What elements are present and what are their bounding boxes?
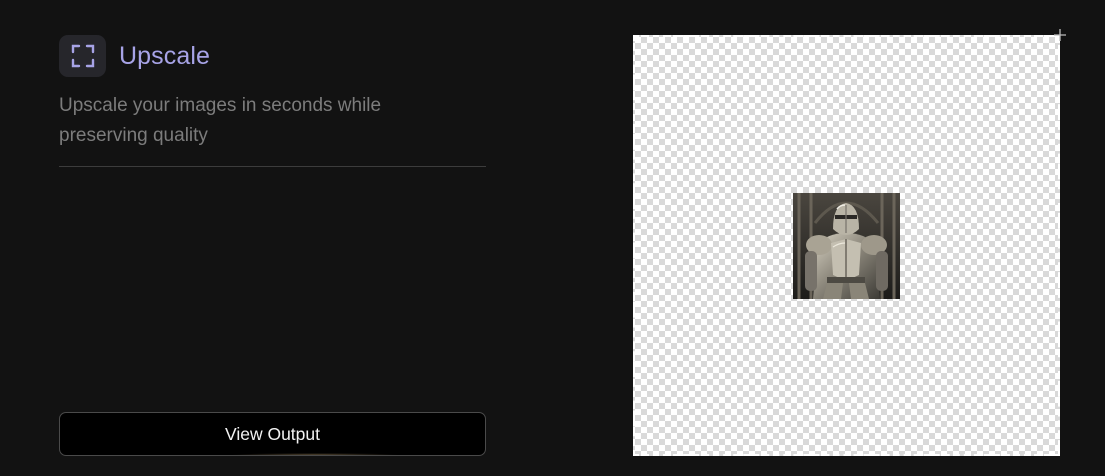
plus-icon[interactable] xyxy=(1053,28,1067,42)
expand-corners-icon xyxy=(59,35,106,77)
knight-image[interactable] xyxy=(793,193,900,299)
view-output-button[interactable]: View Output xyxy=(59,412,486,456)
tool-header: Upscale xyxy=(59,35,486,77)
upscale-panel: Upscale Upscale your images in seconds w… xyxy=(0,0,1105,476)
view-output-label: View Output xyxy=(224,423,320,444)
button-glow xyxy=(230,453,400,455)
tool-title: Upscale xyxy=(119,41,211,70)
divider xyxy=(59,166,486,167)
tool-subtitle: Upscale your images in seconds while pre… xyxy=(59,95,382,146)
tool-info: Upscale Upscale your images in seconds w… xyxy=(59,35,486,167)
